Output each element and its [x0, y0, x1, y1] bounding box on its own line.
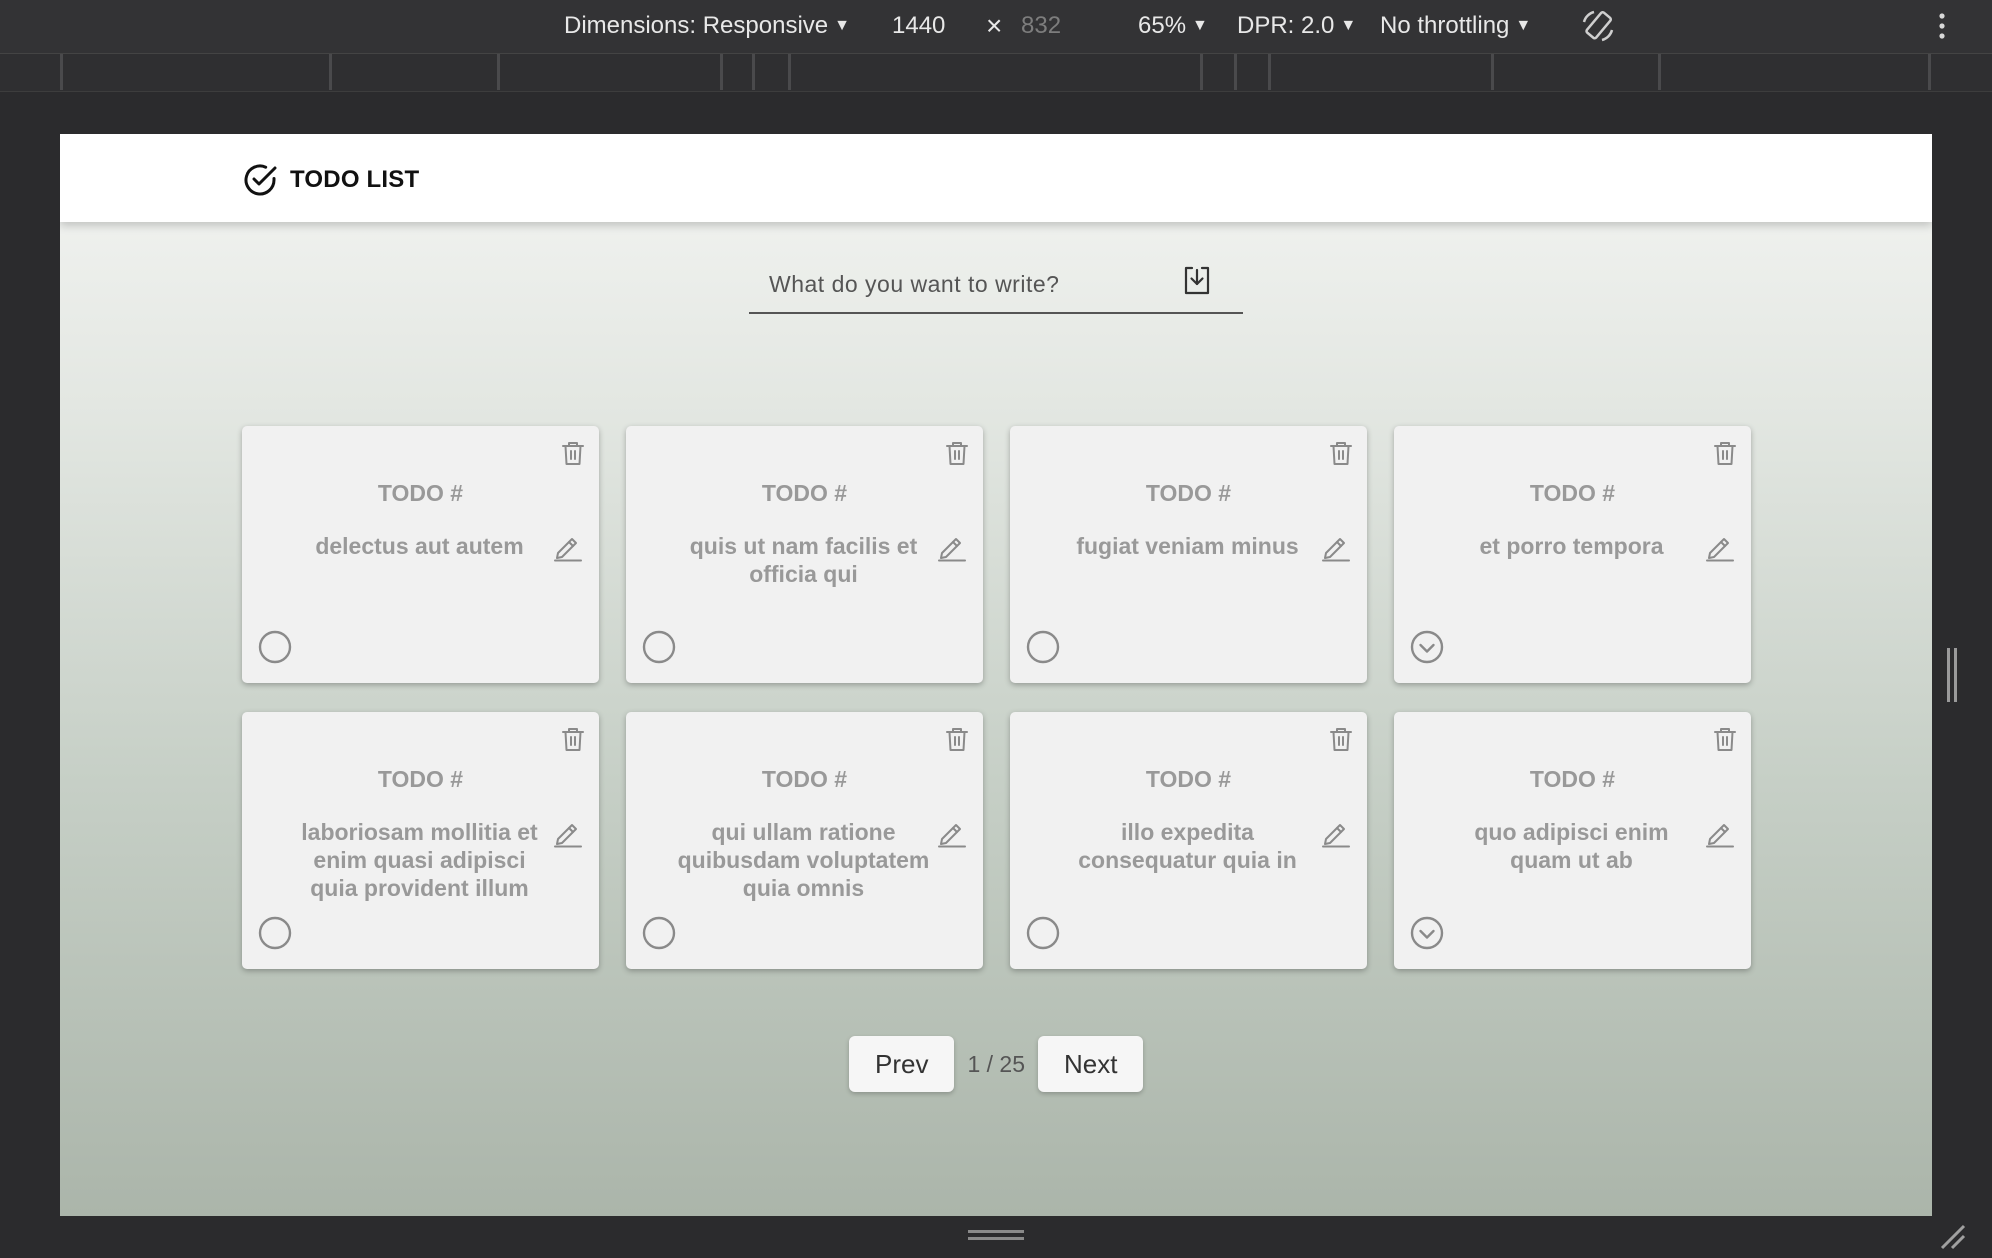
todo-title: TODO # — [377, 480, 464, 506]
pencil-icon[interactable] — [1321, 532, 1351, 567]
ruler-tick — [788, 54, 791, 90]
todo-title: TODO # — [377, 766, 464, 792]
dpr-label: DPR: 2.0 — [1237, 12, 1335, 39]
trash-icon[interactable] — [1713, 440, 1737, 471]
chevron-down-icon: ▼ — [1340, 17, 1357, 34]
pagination: Prev 1 / 25 Next — [849, 1036, 1144, 1092]
checked-circle-icon[interactable] — [1410, 916, 1444, 955]
unchecked-circle-icon[interactable] — [258, 630, 292, 669]
app-logo[interactable]: TODO LIST — [242, 162, 419, 198]
trash-icon[interactable] — [945, 726, 969, 757]
trash-icon[interactable] — [561, 440, 585, 471]
unchecked-circle-icon[interactable] — [642, 630, 676, 669]
ruler-tick — [60, 54, 63, 90]
trash-icon[interactable] — [1329, 726, 1353, 757]
ruler-tick — [752, 54, 755, 90]
ruler-tick — [1658, 54, 1661, 90]
throttling-label: No throttling — [1380, 12, 1510, 39]
trash-icon[interactable] — [561, 726, 585, 757]
todo-text: delectus aut autem — [315, 533, 524, 559]
unchecked-circle-icon[interactable] — [1026, 916, 1060, 955]
checked-circle-icon[interactable] — [1410, 630, 1444, 669]
pencil-icon[interactable] — [1705, 818, 1735, 853]
todo-text: quo adipisci enim quam ut ab — [1474, 819, 1669, 873]
unchecked-circle-icon[interactable] — [642, 916, 676, 955]
throttling-dropdown[interactable]: No throttling ▼ — [1380, 12, 1531, 40]
pencil-icon[interactable] — [937, 818, 967, 853]
resize-handle-bottom[interactable] — [968, 1230, 1024, 1240]
ruler-tick — [1234, 54, 1237, 90]
todo-title: TODO # — [1145, 766, 1232, 792]
trash-icon[interactable] — [1329, 440, 1353, 471]
pencil-icon[interactable] — [553, 532, 583, 567]
zoom-dropdown[interactable]: 65% ▼ — [1138, 12, 1208, 40]
todo-card: TODO # qui ullam ratione quibusdam volup… — [626, 712, 983, 969]
pencil-icon[interactable] — [1705, 532, 1735, 567]
page-indicator: 1 / 25 — [967, 1050, 1026, 1077]
todo-text: et porro tempora — [1479, 533, 1664, 559]
pencil-icon[interactable] — [1321, 818, 1351, 853]
unchecked-circle-icon[interactable] — [1026, 630, 1060, 669]
chevron-down-icon: ▼ — [834, 17, 850, 34]
todo-card: TODO # quo adipisci enim quam ut ab — [1394, 712, 1751, 969]
todo-card: TODO # laboriosam mollitia et enim quasi… — [242, 712, 599, 969]
todo-title: TODO # — [1529, 766, 1616, 792]
media-query-ruler — [0, 54, 1992, 92]
ruler-tick — [329, 54, 332, 90]
zoom-label: 65% — [1138, 12, 1187, 39]
todo-text: laboriosam mollitia et enim quasi adipis… — [301, 819, 538, 901]
todo-title: TODO # — [761, 766, 848, 792]
more-options-icon[interactable] — [1936, 12, 1948, 49]
next-page-button[interactable]: Next — [1038, 1036, 1144, 1092]
todo-card: TODO # fugiat veniam minus — [1010, 426, 1367, 683]
todo-card: TODO # quis ut nam facilis et officia qu… — [626, 426, 983, 683]
ruler-tick — [720, 54, 723, 90]
todo-text: illo expedita consequatur quia in — [1078, 819, 1297, 873]
chevron-down-icon: ▼ — [1515, 17, 1532, 34]
prev-page-button[interactable]: Prev — [849, 1036, 955, 1092]
ruler-tick — [1200, 54, 1203, 90]
dimensions-dropdown[interactable]: Dimensions: Responsive ▼ — [564, 12, 850, 40]
todo-title: TODO # — [761, 480, 848, 506]
app-viewport: TODO LIST TODO # delectus aut autem TODO… — [60, 134, 1932, 1216]
viewport-width-input[interactable]: 1440 — [892, 12, 945, 40]
app-header: TODO LIST — [60, 134, 1932, 222]
app-title: TODO LIST — [290, 166, 420, 193]
todo-card: TODO # et porro tempora — [1394, 426, 1751, 683]
new-todo-form — [749, 258, 1243, 314]
todo-text: fugiat veniam minus — [1076, 533, 1299, 559]
trash-icon[interactable] — [1713, 726, 1737, 757]
pencil-icon[interactable] — [553, 818, 583, 853]
trash-icon[interactable] — [945, 440, 969, 471]
chevron-down-icon: ▼ — [1192, 17, 1208, 34]
pencil-icon[interactable] — [937, 532, 967, 567]
ruler-tick — [1268, 54, 1271, 90]
ruler-tick — [1928, 54, 1931, 90]
resize-handle-right[interactable] — [1947, 648, 1957, 702]
todo-card: TODO # illo expedita consequatur quia in — [1010, 712, 1367, 969]
times-separator: × — [986, 10, 1003, 41]
resize-corner-icon[interactable] — [1938, 1222, 1968, 1257]
dpr-dropdown[interactable]: DPR: 2.0 ▼ — [1237, 12, 1356, 40]
ruler-tick — [1491, 54, 1494, 90]
todo-title: TODO # — [1145, 480, 1232, 506]
viewport-height-input[interactable]: 832 — [1021, 12, 1061, 40]
devtools-device-toolbar: Dimensions: Responsive ▼ 1440 × 832 65% ▼ … — [0, 0, 1992, 54]
submit-todo-icon[interactable] — [1183, 266, 1211, 301]
ruler-tick — [497, 54, 500, 90]
todo-grid: TODO # delectus aut autem TODO # quis ut… — [242, 426, 1751, 969]
unchecked-circle-icon[interactable] — [258, 916, 292, 955]
todo-text: quis ut nam facilis et officia qui — [689, 533, 918, 587]
dimensions-label: Dimensions: Responsive — [564, 12, 829, 39]
check-circle-icon — [244, 164, 277, 196]
rotate-icon[interactable] — [1580, 8, 1616, 51]
todo-title: TODO # — [1529, 480, 1616, 506]
todo-card: TODO # delectus aut autem — [242, 426, 599, 683]
new-todo-input[interactable] — [749, 258, 1189, 310]
todo-text: qui ullam ratione quibusdam voluptatem q… — [677, 819, 930, 901]
